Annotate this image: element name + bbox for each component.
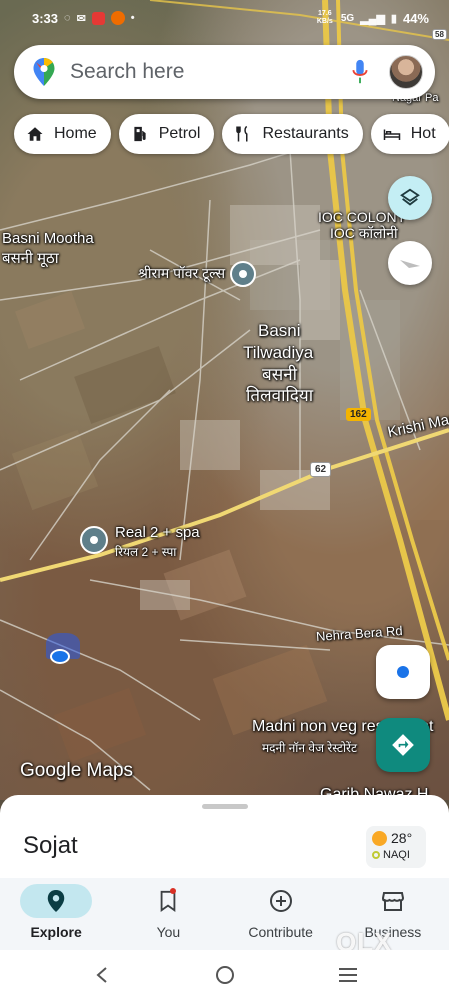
map-label-basni[interactable]: Basni	[258, 320, 301, 341]
map-label-tilwadiya[interactable]: Tilwadiya	[243, 342, 313, 363]
recents-lines-icon	[338, 968, 357, 982]
chip-petrol[interactable]: Petrol	[118, 114, 215, 154]
chip-hotels[interactable]: Hot	[370, 114, 449, 154]
place-name: Sojat	[23, 832, 78, 859]
add-circle-icon	[269, 890, 292, 912]
location-pin-icon	[47, 890, 65, 912]
status-bar-right: 17.6 KB/s 5G ▂▄▆ ▮ 44%	[315, 10, 429, 26]
network-type: 5G	[340, 12, 355, 24]
account-avatar[interactable]	[389, 55, 423, 89]
map-label-real-spa-hindi[interactable]: रियल 2 + स्पा	[115, 543, 176, 561]
map-label-basni-mootha-hindi[interactable]: बसनी मूठा	[2, 250, 59, 268]
search-input[interactable]: Search here	[70, 60, 349, 84]
my-location-icon	[397, 666, 409, 678]
my-location-button[interactable]	[376, 645, 430, 699]
map-label-basni-mootha[interactable]: Basni Mootha	[2, 230, 94, 248]
road-shield-162: 162	[346, 408, 371, 421]
place-pin-shriram-power-tools[interactable]	[230, 261, 256, 287]
search-bar[interactable]: Search here	[14, 45, 435, 99]
map-label-madni-restaurant-hindi[interactable]: मदनी नॉन वेज रेस्टोरेंट	[262, 739, 357, 757]
map-label-real-spa[interactable]: Real 2 + spa	[115, 524, 200, 542]
google-maps-pin-icon	[33, 58, 55, 86]
network-speed: 17.6 KB/s	[316, 10, 333, 25]
chip-label: Home	[54, 125, 97, 142]
messages-icon: ✉	[76, 12, 86, 25]
sheet-drag-handle[interactable]	[202, 804, 248, 809]
home-button[interactable]	[205, 955, 245, 995]
map-label-basni-hindi[interactable]: बसनी	[262, 364, 297, 385]
status-bar-left: 3:33 ◌ ✉ •	[32, 11, 135, 26]
aqi-indicator-icon	[372, 851, 380, 859]
chip-home[interactable]: Home	[14, 114, 111, 154]
chip-label: Hot	[410, 125, 436, 142]
compass-icon	[400, 260, 420, 268]
battery-icon: ▮	[390, 12, 397, 25]
back-button[interactable]	[82, 955, 122, 995]
microphone-icon[interactable]	[349, 58, 371, 86]
status-bar: 3:33 ◌ ✉ • 17.6 KB/s 5G ▂▄▆ ▮ 44%	[0, 0, 449, 36]
aqi-label: NAQI	[383, 849, 410, 861]
storefront-icon	[381, 892, 404, 911]
fuel-icon	[134, 126, 146, 142]
bed-icon	[383, 129, 400, 140]
status-time: 3:33	[32, 10, 59, 26]
nav-explore[interactable]: Explore	[0, 878, 112, 950]
battery-level: 44%	[402, 10, 429, 26]
home-icon	[27, 127, 43, 141]
road-shield-62: 62	[310, 462, 332, 477]
place-pin-real-spa[interactable]	[80, 526, 108, 554]
app-notification-icon	[91, 11, 105, 25]
app-badge-icon	[110, 11, 125, 25]
layers-button[interactable]	[388, 176, 432, 220]
nav-label: Contribute	[248, 924, 313, 940]
home-circle-icon	[215, 966, 234, 984]
chip-label: Restaurants	[262, 125, 349, 142]
nav-label: Explore	[30, 924, 82, 940]
nav-label: You	[156, 924, 181, 940]
chip-label: Petrol	[158, 125, 201, 142]
back-chevron-icon	[95, 967, 107, 983]
compass-button[interactable]	[388, 241, 432, 285]
fork-knife-icon	[236, 125, 248, 142]
whatsapp-icon: ◌	[64, 12, 71, 24]
system-navigation-bar	[0, 950, 449, 1000]
map-label-tilwadiya-hindi[interactable]: तिलवादिया	[246, 385, 313, 406]
sun-icon	[372, 830, 387, 846]
more-notifications-icon: •	[130, 12, 135, 24]
recents-button[interactable]	[328, 955, 368, 995]
google-maps-logo: Google Maps	[20, 760, 134, 781]
map-label-ioc-colony-hindi[interactable]: IOC कॉलोनी	[330, 224, 398, 242]
nav-you[interactable]: You	[112, 878, 224, 950]
temperature: 28°	[391, 830, 413, 846]
layers-icon	[400, 188, 420, 206]
map-label-shriram-power-tools[interactable]: श्रीराम पॉवर टूल्स	[138, 264, 225, 282]
directions-button[interactable]	[376, 718, 430, 772]
current-location-dot	[50, 649, 70, 664]
weather-widget[interactable]: 28° NAQI	[366, 826, 426, 868]
chip-restaurants[interactable]: Restaurants	[222, 114, 363, 154]
nav-contribute[interactable]: Contribute	[225, 878, 337, 950]
directions-icon	[392, 734, 414, 756]
signal-icon: ▂▄▆	[360, 12, 385, 25]
category-chips: Home Petrol Restaurants Hot	[14, 114, 449, 154]
